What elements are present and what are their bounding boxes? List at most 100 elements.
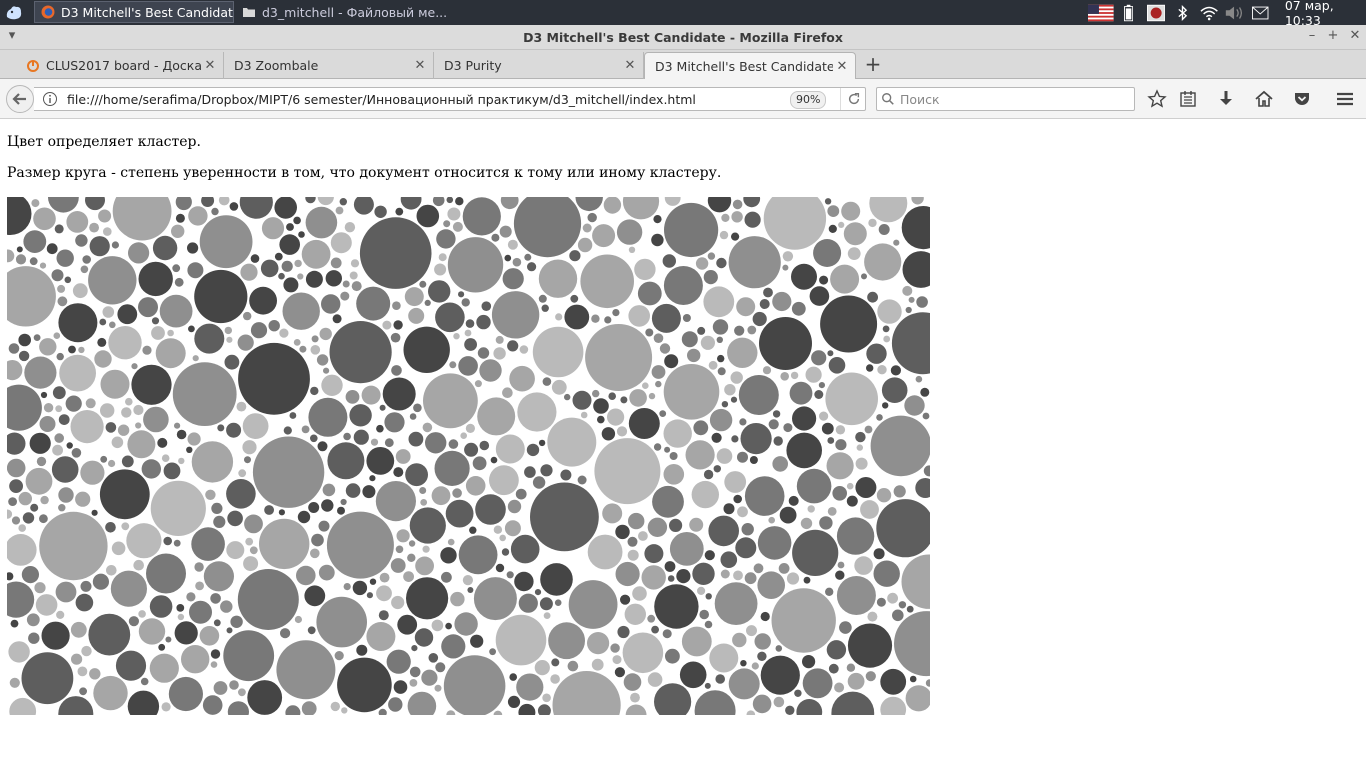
document-circle: [55, 405, 63, 413]
tab-d3-mitchell[interactable]: D3 Mitchell's Best Candidate ✕: [644, 52, 856, 80]
clock[interactable]: 07 мар, 10:33: [1285, 0, 1366, 28]
reload-button[interactable]: [840, 88, 867, 110]
document-circle: [195, 581, 205, 591]
document-circle: [109, 321, 116, 329]
document-circle: [495, 335, 504, 344]
search-input[interactable]: Поиск: [876, 87, 1135, 111]
app-indicator-icon[interactable]: [1146, 4, 1165, 22]
document-circle: [592, 389, 600, 398]
taskbar-item-firefox[interactable]: D3 Mitchell's Best Candidate...: [34, 1, 234, 23]
document-circle: [866, 343, 887, 364]
document-circle: [908, 296, 915, 303]
document-circle: [379, 572, 390, 583]
document-circle: [629, 389, 647, 407]
document-circle: [856, 444, 863, 451]
tab-clus2017[interactable]: CLUS2017 board - Доска ... ✕: [16, 52, 224, 79]
document-circle: [274, 197, 297, 219]
document-circle: [70, 410, 104, 444]
back-button[interactable]: [6, 85, 34, 113]
minimize-icon[interactable]: –: [1304, 28, 1320, 44]
document-circle: [100, 403, 115, 418]
url-bar[interactable]: file:///home/serafima/Dropbox/MIPT/6 sem…: [34, 87, 866, 111]
document-circle: [243, 556, 259, 572]
mail-icon[interactable]: [1252, 6, 1269, 20]
document-circle: [445, 622, 452, 630]
bluetooth-icon[interactable]: [1177, 4, 1188, 22]
document-circle: [286, 223, 294, 231]
new-tab-button[interactable]: +: [862, 53, 884, 75]
document-circle: [642, 382, 649, 389]
taskbar-item-label: d3_mitchell - Файловый ме...: [262, 4, 448, 20]
volume-icon[interactable]: [1224, 5, 1244, 21]
document-circle: [16, 246, 23, 253]
home-icon[interactable]: [1254, 89, 1274, 109]
document-circle: [866, 364, 874, 372]
document-circle: [697, 326, 706, 335]
document-circle: [151, 326, 165, 340]
document-circle: [582, 223, 592, 233]
document-circle: [108, 459, 116, 468]
document-circle: [811, 350, 827, 366]
document-circle: [58, 696, 94, 715]
document-circle: [138, 618, 166, 645]
maximize-icon[interactable]: +: [1325, 28, 1341, 44]
document-circle: [627, 536, 638, 547]
document-circle: [715, 674, 725, 684]
document-circle: [881, 377, 908, 403]
document-circle: [330, 701, 340, 712]
document-circle: [128, 616, 139, 627]
document-circle: [792, 406, 817, 431]
document-circle: [89, 668, 101, 680]
taskbar-item-file-manager[interactable]: d3_mitchell - Файловый ме...: [236, 1, 448, 23]
document-circle: [434, 263, 447, 276]
document-circle: [890, 365, 902, 376]
close-tab-icon[interactable]: ✕: [621, 58, 639, 73]
document-circle: [224, 326, 232, 335]
document-circle: [820, 295, 878, 353]
zoom-indicator[interactable]: 90%: [790, 91, 827, 109]
us-flag-icon[interactable]: [1088, 4, 1114, 22]
document-circle: [213, 515, 226, 528]
close-tab-icon[interactable]: ✕: [201, 58, 219, 73]
document-circle: [445, 499, 474, 528]
document-circle: [146, 553, 186, 594]
document-circle: [238, 342, 310, 415]
document-circle: [31, 199, 40, 208]
document-circle: [532, 326, 584, 378]
document-circle: [507, 695, 521, 708]
document-circle: [891, 312, 930, 375]
pocket-icon[interactable]: [1292, 89, 1312, 109]
close-window-icon[interactable]: ✕: [1347, 28, 1363, 44]
site-info-icon[interactable]: [42, 91, 58, 107]
document-circle: [408, 540, 416, 547]
document-circle: [543, 612, 551, 619]
document-circle: [653, 215, 662, 224]
tab-d3-zoombale[interactable]: D3 Zoombale ✕: [224, 52, 434, 79]
document-circle: [407, 691, 437, 715]
xfce-menu-icon[interactable]: [4, 3, 24, 23]
reading-list-icon[interactable]: [1178, 89, 1198, 109]
close-tab-icon[interactable]: ✕: [833, 59, 851, 74]
tab-d3-purity[interactable]: D3 Purity ✕: [434, 52, 644, 79]
document-circle: [527, 262, 537, 272]
document-circle: [825, 587, 834, 596]
document-circle: [337, 657, 392, 713]
bookmark-star-icon[interactable]: [1147, 89, 1167, 109]
document-circle: [518, 703, 536, 715]
document-circle: [330, 257, 342, 269]
battery-icon[interactable]: [1123, 4, 1133, 22]
document-circle: [782, 251, 794, 262]
wifi-icon[interactable]: [1200, 5, 1218, 21]
document-circle: [297, 510, 311, 524]
document-circle: [828, 224, 837, 233]
document-circle: [52, 386, 66, 400]
document-circle: [759, 299, 770, 309]
hamburger-menu-icon[interactable]: [1335, 89, 1355, 109]
downloads-icon[interactable]: [1216, 89, 1236, 109]
document-circle: [143, 406, 169, 433]
close-tab-icon[interactable]: ✕: [411, 58, 429, 73]
document-circle: [470, 634, 484, 648]
document-circle: [768, 516, 775, 524]
document-circle: [239, 197, 273, 219]
document-circle: [542, 693, 551, 703]
